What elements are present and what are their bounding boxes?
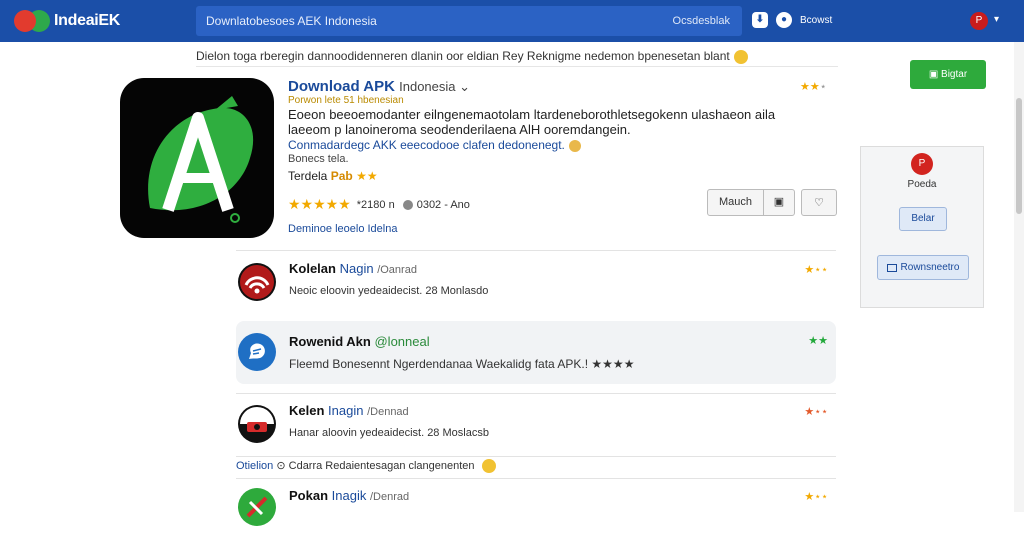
search-input[interactable]: Downlatobesoes AEK Indonesia Ocsdesblak [196, 6, 742, 36]
sidebar-label: Poeda [907, 179, 937, 190]
size-dot-icon [402, 199, 413, 210]
featured-app-link[interactable]: Conmadardegc AKK eeecodooe clafen dedone… [288, 138, 581, 152]
list-item-description: Fleemd Bonesennt Ngerdendanaa Waekalidg … [289, 357, 635, 371]
list-item-stars: ★⋆⋆ [804, 491, 828, 503]
scrollbar-thumb[interactable] [1016, 98, 1022, 214]
list-item-title-gray: /Denrad [369, 491, 410, 503]
list-item-highlighted[interactable]: Rowenid Akn @lonneal Fleemd Bonesennt Ng… [236, 321, 836, 384]
featured-app-meta: Porwon lete 51 hbenesian [288, 95, 404, 106]
featured-rating-count: *2180 n [356, 198, 395, 211]
divider [236, 456, 836, 457]
vertical-scrollbar[interactable] [1014, 42, 1024, 512]
camera-logo-icon [240, 407, 274, 441]
notice-text: Dielon toga rberegin dannoodidenneren dl… [196, 49, 730, 63]
list-item-title-blue: Nagin [339, 261, 374, 276]
emoji-icon [568, 139, 581, 152]
site-logo[interactable]: IndeaiEK [14, 10, 120, 32]
star-pair-icon: ★★ [356, 169, 378, 183]
app-icon [238, 488, 276, 526]
list-item-title-text: Pokan [289, 488, 329, 503]
list-item-title-blue: Inagik [331, 488, 367, 503]
list-item[interactable]: Pokan Inagik /Denrad ★⋆⋆ [236, 480, 836, 538]
divider [236, 478, 836, 479]
featured-top-stars: ★★⋆ [800, 80, 827, 93]
app-icon [238, 405, 276, 443]
featured-app-subline: Bonecs tela. [288, 153, 349, 165]
download-options-icon[interactable]: ▣ [764, 190, 794, 215]
list-item-stars: ★★ [808, 335, 828, 347]
list-item[interactable]: Kelen Inagin /Dennad Hanar aloovin yedea… [236, 395, 836, 453]
chat-bubble-icon [240, 335, 274, 369]
featured-app-title-text: Download APK [288, 78, 395, 95]
featured-rating-stars: ★★★★★ [288, 196, 351, 212]
sidebar-secondary-button-label: Rownsneetro [900, 262, 960, 273]
top-navigation-bar: IndeaiEK Downlatobesoes AEK Indonesia Oc… [0, 0, 1024, 42]
list-item-title-gray: /Oanrad [377, 264, 417, 276]
list-item-title-text: Kelen [289, 403, 325, 418]
app-icon [238, 263, 276, 301]
featured-top-stars-empty: ⋆ [819, 81, 827, 93]
featured-app-link-text: Conmadardegc AKK eeecodooe clafen dedone… [288, 138, 565, 152]
user-avatar[interactable]: P [970, 12, 988, 30]
featured-rating-row: ★★★★★ *2180 n 0302 - Ano [288, 196, 470, 213]
list-item-title[interactable]: Kolelan Nagin /Oanrad [289, 261, 417, 276]
chevron-down-icon[interactable]: ▾ [994, 14, 999, 25]
list-item-description: Neoic eloovin yedeaidecist. 28 Monlasdo [289, 285, 489, 297]
list-item-title[interactable]: Kelen Inagin /Dennad [289, 403, 409, 418]
list-item-description: Hanar aloovin yedeaidecist. 28 Moslacsb [289, 427, 489, 439]
list-item-stars: ★⋆⋆ [804, 264, 828, 276]
featured-top-stars-text: ★★ [800, 81, 820, 93]
logo-red-circle-icon [14, 10, 36, 32]
download-button[interactable]: Mauch ▣ [707, 189, 795, 216]
sidebar-panel: P Poeda Belar Rownsneetro [860, 146, 984, 308]
featured-app-description: Eoeon beeoemodanter eilngenemaotolam lta… [288, 107, 776, 137]
top-icon-group: ⬇ ● Bcowst [752, 12, 832, 28]
sidebar-primary-button[interactable]: Belar [899, 207, 947, 231]
list-item-stars: ★⋆⋆ [804, 406, 828, 418]
featured-rating-label: Terdela Pab ★★ [288, 169, 378, 183]
notice-banner: Dielon toga rberegin dannoodidenneren dl… [196, 49, 838, 67]
image-icon [886, 263, 897, 272]
comment-text: ⊙ Cdarra Redaientesagan clangenenten [276, 460, 475, 472]
featured-app-title[interactable]: Download APK Indonesia ⌄ [288, 78, 470, 95]
list-item[interactable]: Kolelan Nagin /Oanrad Neoic eloovin yede… [236, 253, 836, 311]
signup-button[interactable]: ▣ Bigtar [910, 60, 986, 89]
sidebar-avatar[interactable]: P [911, 153, 933, 175]
smile-emoji-icon [481, 459, 496, 474]
green-logo-icon [240, 490, 274, 524]
download-button-label: Mauch [718, 196, 753, 208]
divider [236, 250, 836, 251]
list-item-title-green: @lonneal [374, 334, 430, 349]
divider [236, 393, 836, 394]
heart-icon: ♡ [814, 197, 824, 209]
featured-app-icon[interactable] [120, 78, 274, 238]
list-item-title-gray: /Dennad [367, 406, 409, 418]
list-item-title[interactable]: Rowenid Akn @lonneal [289, 334, 430, 349]
featured-size-meta: 0302 - Ano [416, 198, 470, 211]
search-query-text: Downlatobesoes AEK Indonesia [206, 14, 377, 28]
featured-app-title-sub: Indonesia ⌄ [399, 79, 471, 94]
smile-emoji-icon [733, 49, 748, 64]
sidebar-secondary-button[interactable]: Rownsneetro [877, 255, 969, 280]
browse-link[interactable]: Bcowst [800, 15, 832, 26]
user-icon[interactable]: ● [776, 12, 792, 28]
featured-rating-label-text: Terdela [288, 169, 328, 183]
list-item-title-blue: Inagin [328, 403, 364, 418]
wifi-logo-icon [240, 265, 274, 299]
featured-app-tag-link[interactable]: Deminoe leoelo Idelna [288, 223, 397, 235]
list-item-title[interactable]: Pokan Inagik /Denrad [289, 488, 409, 503]
list-item-title-text: Kolelan [289, 261, 336, 276]
comment-row: Otielion ⊙ Cdarra Redaientesagan clangen… [236, 459, 496, 474]
search-filter-label[interactable]: Ocsdesblak [673, 15, 730, 27]
site-logo-text: IndeaiEK [54, 12, 121, 29]
featured-action-buttons: Mauch ▣ ♡ [707, 189, 837, 216]
featured-rating-pill: Pab [330, 169, 353, 183]
download-icon[interactable]: ⬇ [752, 12, 768, 28]
comment-prefix[interactable]: Otielion [236, 460, 273, 472]
list-item-title-text: Rowenid Akn [289, 334, 371, 349]
android-a-logo-icon [148, 96, 254, 223]
favorite-button[interactable]: ♡ [801, 189, 837, 216]
app-icon [238, 333, 276, 371]
